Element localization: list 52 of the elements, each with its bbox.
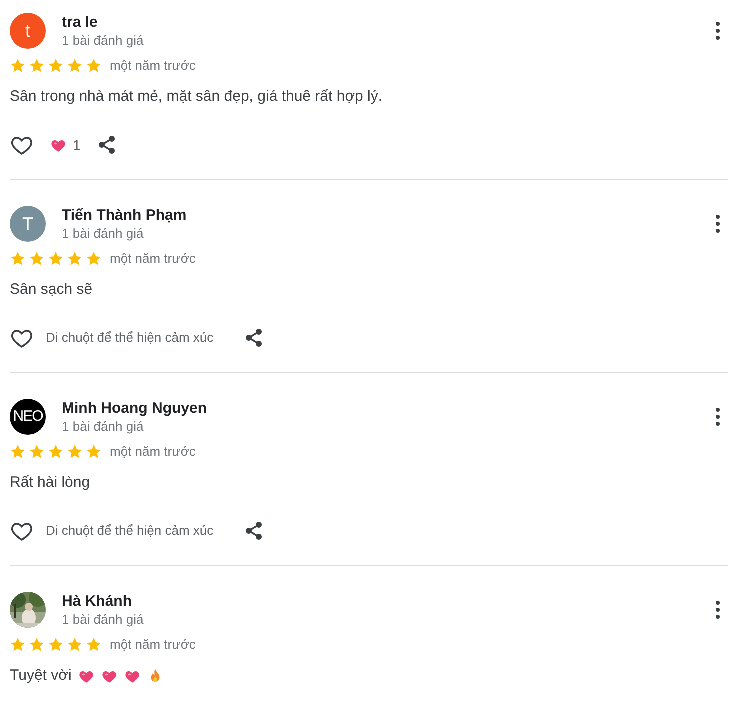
share-button[interactable] xyxy=(244,521,264,541)
more-icon xyxy=(716,215,720,233)
reaction-hint: Di chuột để thể hiện cảm xúc xyxy=(46,329,214,348)
star-icon xyxy=(48,251,64,267)
star-icon xyxy=(86,251,102,267)
review-time: một năm trước xyxy=(110,250,196,268)
star-icon xyxy=(10,58,26,74)
review-text: Sân sạch sẽ xyxy=(10,280,93,300)
share-icon xyxy=(96,135,117,155)
star-icon xyxy=(67,251,83,267)
review-count: 1 bài đánh giá xyxy=(62,32,145,48)
share-icon xyxy=(244,521,264,541)
star-icon xyxy=(86,58,102,74)
star-icon xyxy=(67,637,83,653)
more-icon xyxy=(716,601,720,619)
share-button[interactable] xyxy=(244,328,264,348)
review-time: một năm trước xyxy=(110,636,196,654)
star-icon xyxy=(48,444,64,460)
star-icon xyxy=(29,444,45,460)
share-button[interactable] xyxy=(96,135,117,155)
review-time: một năm trước xyxy=(110,57,196,76)
review-count: 1 bài đánh giá xyxy=(62,224,145,242)
review-time: một năm trước xyxy=(110,443,196,462)
star-icon xyxy=(10,251,26,267)
reaction-hint: Di chuột để thể hiện cảm xúc xyxy=(46,522,214,540)
avatar: T xyxy=(10,206,46,242)
star-icon xyxy=(48,58,64,74)
star-icon xyxy=(67,58,83,74)
more-icon xyxy=(716,22,720,40)
avatar: t xyxy=(10,13,46,49)
author-name[interactable]: tra le xyxy=(62,14,708,32)
star-icon xyxy=(86,637,102,653)
review-text: Sân trong nhà mát mẻ, mặt sân đẹp, giá thuê rất hợp lý. xyxy=(10,87,383,107)
star-icon xyxy=(29,637,45,653)
review-text: Tuyệt vời xyxy=(10,666,72,686)
author-name[interactable]: Tiến Thành Phạm xyxy=(62,206,708,224)
review-count: 1 bài đánh giá xyxy=(62,610,145,628)
star-icon xyxy=(86,444,102,460)
avatar-logo: NEO xyxy=(10,399,46,435)
star-icon xyxy=(29,58,45,74)
star-icon xyxy=(67,444,83,460)
star-icon xyxy=(10,444,26,460)
review-text: Rất hài lòng xyxy=(10,473,90,493)
star-icon xyxy=(48,637,64,653)
more-icon xyxy=(716,408,720,426)
author-name[interactable]: Hà Khánh xyxy=(62,592,708,610)
share-icon xyxy=(244,328,264,348)
star-icon xyxy=(29,251,45,267)
review-count: 1 bài đánh giá xyxy=(62,418,145,434)
author-name[interactable]: Minh Hoang Nguyen xyxy=(62,400,708,418)
reaction-count: 1 xyxy=(73,136,81,154)
star-icon xyxy=(10,637,26,653)
